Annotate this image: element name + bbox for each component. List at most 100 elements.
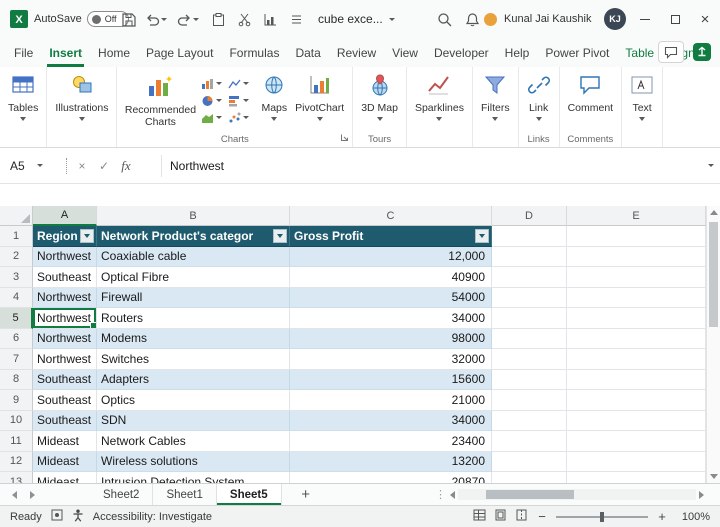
ribbon-tab-review[interactable]: Review bbox=[329, 38, 384, 67]
row-header-4[interactable]: 4 bbox=[0, 288, 33, 309]
cell-C2[interactable]: 12,000 bbox=[290, 247, 492, 268]
zoom-percentage[interactable]: 100% bbox=[676, 511, 710, 523]
minimize-button[interactable] bbox=[630, 0, 660, 38]
cell-A9[interactable]: Southeast bbox=[33, 390, 97, 411]
zoom-in-button[interactable]: + bbox=[656, 509, 668, 524]
user-name[interactable]: Kunal Jai Kaushik bbox=[504, 0, 591, 38]
sheet-nav-left-icon[interactable] bbox=[12, 491, 17, 499]
ribbon-tab-file[interactable]: File bbox=[6, 38, 41, 67]
area-chart-button[interactable] bbox=[201, 109, 228, 126]
maximize-button[interactable] bbox=[660, 0, 690, 38]
row-header-7[interactable]: 7 bbox=[0, 349, 33, 370]
cell-B2[interactable]: Coaxiable cable bbox=[97, 247, 290, 268]
cell-A7[interactable]: Northwest bbox=[33, 349, 97, 370]
row-header-1[interactable]: 1 bbox=[0, 226, 33, 247]
sheet-tab-sheet2[interactable]: Sheet2 bbox=[90, 484, 153, 505]
cell-A4[interactable]: Northwest bbox=[33, 288, 97, 309]
cell-C8[interactable]: 15600 bbox=[290, 370, 492, 391]
save-button[interactable] bbox=[116, 0, 140, 38]
row-header-5[interactable]: 5 bbox=[0, 308, 33, 329]
scroll-left-icon[interactable] bbox=[450, 491, 455, 499]
row-header-3[interactable]: 3 bbox=[0, 267, 33, 288]
tables-button[interactable]: Tables bbox=[4, 71, 42, 124]
close-button[interactable]: × bbox=[690, 0, 720, 38]
dialog-launcher-icon[interactable] bbox=[340, 131, 349, 145]
scroll-down-icon[interactable] bbox=[710, 474, 718, 479]
name-box[interactable]: A5 bbox=[0, 148, 62, 183]
cancel-icon[interactable]: × bbox=[71, 159, 93, 173]
cell-B12[interactable]: Wireless solutions bbox=[97, 452, 290, 473]
zoom-slider[interactable] bbox=[556, 510, 648, 524]
macro-record-button[interactable] bbox=[51, 509, 63, 524]
list-icon[interactable] bbox=[284, 0, 308, 38]
cell-C10[interactable]: 34000 bbox=[290, 411, 492, 432]
row-header-9[interactable]: 9 bbox=[0, 390, 33, 411]
horizontal-scrollbar-track[interactable] bbox=[458, 489, 696, 500]
cell-D3[interactable] bbox=[492, 267, 567, 288]
cell-C9[interactable]: 21000 bbox=[290, 390, 492, 411]
col-header-A[interactable]: A bbox=[33, 206, 97, 226]
cell-D9[interactable] bbox=[492, 390, 567, 411]
link-button[interactable]: Link bbox=[523, 71, 555, 124]
pivotchart-button[interactable]: PivotChart bbox=[291, 71, 348, 124]
cell-B6[interactable]: Modems bbox=[97, 329, 290, 350]
cell-C4[interactable]: 54000 bbox=[290, 288, 492, 309]
cell-B13[interactable]: Intrusion Detection System bbox=[97, 472, 290, 483]
cell-A3[interactable]: Southeast bbox=[33, 267, 97, 288]
cell-C11[interactable]: 23400 bbox=[290, 431, 492, 452]
zoom-out-button[interactable]: − bbox=[536, 509, 548, 524]
filter-icon[interactable] bbox=[80, 229, 94, 243]
filter-icon[interactable] bbox=[475, 229, 489, 243]
redo-button[interactable] bbox=[176, 0, 200, 38]
cell-A2[interactable]: Northwest bbox=[33, 247, 97, 268]
row-header-6[interactable]: 6 bbox=[0, 329, 33, 350]
cell-D5[interactable] bbox=[492, 308, 567, 329]
row-header-11[interactable]: 11 bbox=[0, 431, 33, 452]
cell-E7[interactable] bbox=[567, 349, 706, 370]
header-cell-A1[interactable]: Region bbox=[33, 226, 97, 247]
document-title[interactable]: cube exce... bbox=[318, 0, 395, 38]
cell-E4[interactable] bbox=[567, 288, 706, 309]
bar-chart-button[interactable] bbox=[228, 92, 255, 109]
cell-B9[interactable]: Optics bbox=[97, 390, 290, 411]
sparklines-button[interactable]: Sparklines bbox=[411, 71, 468, 124]
cell-A12[interactable]: Mideast bbox=[33, 452, 97, 473]
cell-E1[interactable] bbox=[567, 226, 706, 247]
cell-B8[interactable]: Adapters bbox=[97, 370, 290, 391]
ribbon-tab-formulas[interactable]: Formulas bbox=[221, 38, 287, 67]
share-button[interactable] bbox=[689, 41, 715, 63]
pie-chart-button[interactable] bbox=[201, 92, 228, 109]
col-header-E[interactable]: E bbox=[567, 206, 706, 226]
horizontal-scrollbar-thumb[interactable] bbox=[486, 490, 574, 499]
cell-E5[interactable] bbox=[567, 308, 706, 329]
chart-icon[interactable] bbox=[258, 0, 282, 38]
cell-A10[interactable]: Southeast bbox=[33, 411, 97, 432]
row-header-2[interactable]: 2 bbox=[0, 247, 33, 268]
col-header-D[interactable]: D bbox=[492, 206, 567, 226]
row-header-13[interactable]: 13 bbox=[0, 472, 33, 483]
cell-D1[interactable] bbox=[492, 226, 567, 247]
col-header-B[interactable]: B bbox=[97, 206, 290, 226]
cell-E2[interactable] bbox=[567, 247, 706, 268]
ribbon-tab-power-pivot[interactable]: Power Pivot bbox=[537, 38, 617, 67]
normal-view-button[interactable] bbox=[473, 509, 486, 524]
cell-A8[interactable]: Southeast bbox=[33, 370, 97, 391]
cell-E11[interactable] bbox=[567, 431, 706, 452]
cell-E9[interactable] bbox=[567, 390, 706, 411]
comments-button[interactable] bbox=[658, 41, 684, 63]
vertical-scrollbar-thumb[interactable] bbox=[709, 222, 718, 327]
cell-D6[interactable] bbox=[492, 329, 567, 350]
cell-E6[interactable] bbox=[567, 329, 706, 350]
cell-E8[interactable] bbox=[567, 370, 706, 391]
filter-icon[interactable] bbox=[273, 229, 287, 243]
cell-C3[interactable]: 40900 bbox=[290, 267, 492, 288]
cell-C7[interactable]: 32000 bbox=[290, 349, 492, 370]
cell-B4[interactable]: Firewall bbox=[97, 288, 290, 309]
cell-C13[interactable]: 20870 bbox=[290, 472, 492, 483]
cell-C6[interactable]: 98000 bbox=[290, 329, 492, 350]
cell-D13[interactable] bbox=[492, 472, 567, 483]
cell-B3[interactable]: Optical Fibre bbox=[97, 267, 290, 288]
search-icon[interactable] bbox=[432, 0, 456, 38]
cell-D11[interactable] bbox=[492, 431, 567, 452]
sheet-tab-sheet5[interactable]: Sheet5 bbox=[217, 484, 282, 505]
